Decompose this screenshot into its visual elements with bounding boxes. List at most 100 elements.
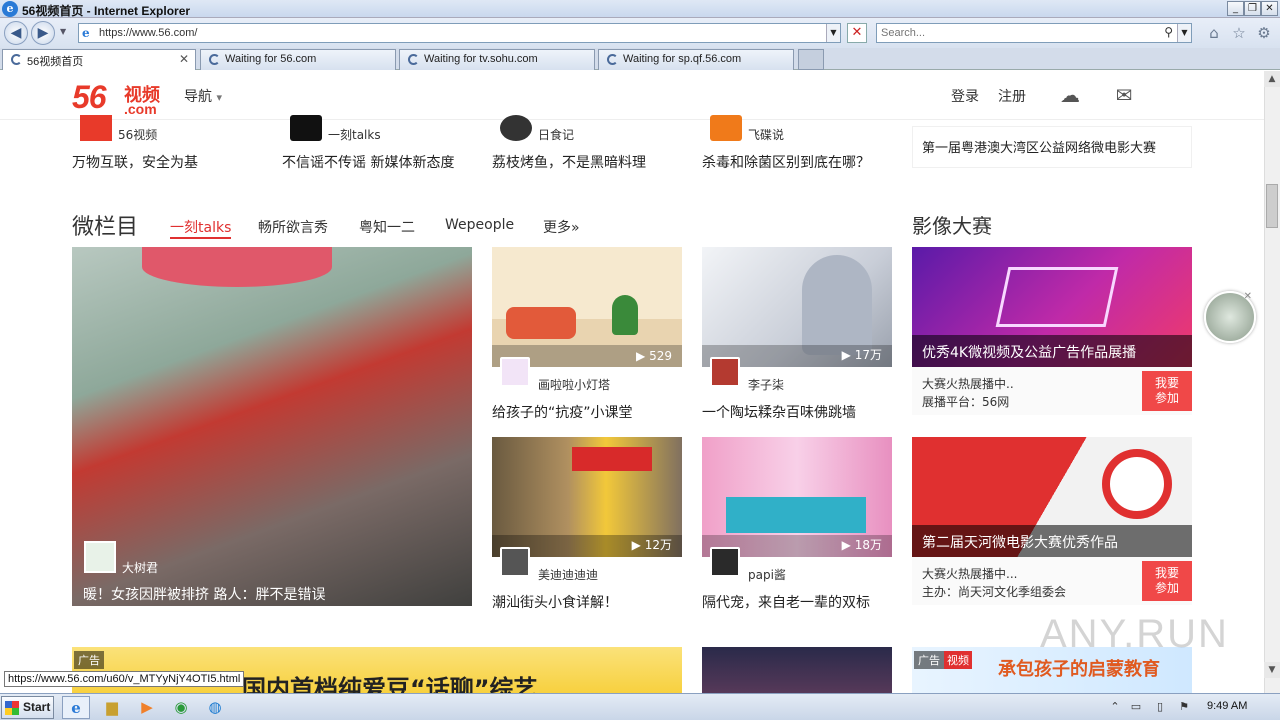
search-icon[interactable]: ⚲ bbox=[1164, 25, 1173, 39]
channel-story[interactable]: 不信谣不传谣 新媒体新态度 bbox=[282, 152, 454, 172]
video-thumbnail[interactable] bbox=[702, 647, 892, 693]
channel-rishiji-icon[interactable] bbox=[500, 115, 532, 141]
channel-name[interactable]: 日食记 bbox=[538, 126, 574, 143]
login-link[interactable]: 登录 bbox=[951, 86, 979, 106]
ie-taskbar-icon[interactable]: e bbox=[62, 696, 90, 719]
cartoon-figure bbox=[612, 295, 638, 335]
upload-cloud-icon[interactable]: ☁ bbox=[1055, 84, 1085, 108]
contest-banner[interactable]: 优秀4K微视频及公益广告作品展播 bbox=[912, 247, 1192, 367]
title-card-shape bbox=[726, 497, 866, 533]
register-link[interactable]: 注册 bbox=[998, 86, 1026, 106]
section-title: 微栏目 bbox=[72, 215, 139, 240]
card-user[interactable]: 画啦啦小灯塔 bbox=[538, 376, 610, 393]
stop-button[interactable]: ✕ bbox=[847, 23, 867, 43]
start-button[interactable]: Start bbox=[1, 696, 54, 719]
card-user[interactable]: 美迪迪迪迪 bbox=[538, 566, 598, 583]
media-player-icon[interactable]: ▶ bbox=[133, 696, 161, 719]
contest-banner[interactable]: 第二届天河微电影大赛优秀作品 bbox=[912, 437, 1192, 557]
navigation-toolbar: ◀ ▶ ▼ e https://www.56.com/ ▼ ✕ ⚲ ▼ ⌂ ☆ … bbox=[0, 18, 1280, 48]
sidebar-contest-link[interactable]: 第一届粤港澳大湾区公益网络微电影大赛 bbox=[912, 126, 1192, 168]
avatar[interactable] bbox=[710, 357, 740, 387]
avatar[interactable] bbox=[500, 547, 530, 577]
view-count: ▶ 529 bbox=[636, 349, 672, 363]
close-window-button[interactable]: ✕ bbox=[1261, 1, 1278, 16]
channel-story[interactable]: 杀毒和除菌区别到底在哪？ bbox=[702, 152, 870, 172]
action-center-flag-icon[interactable]: ⚑ bbox=[1176, 699, 1192, 715]
tab-waiting-56[interactable]: Waiting for 56.com bbox=[200, 49, 396, 70]
scrollbar-thumb[interactable] bbox=[1266, 184, 1278, 228]
contest-line1: 大赛火热展播中... bbox=[922, 567, 1018, 581]
nav-menu[interactable]: 导航 ▾ bbox=[184, 86, 222, 106]
clock[interactable]: 9:49 AM bbox=[1207, 700, 1247, 712]
recent-pages-dropdown-icon[interactable]: ▼ bbox=[60, 27, 66, 36]
settings-gear-icon[interactable]: ⚙ bbox=[1255, 24, 1273, 42]
tab-56-home[interactable]: 56视频首页 ✕ bbox=[2, 49, 196, 70]
home-icon[interactable]: ⌂ bbox=[1205, 24, 1223, 42]
join-button[interactable]: 我要 参加 bbox=[1142, 371, 1192, 411]
avatar[interactable] bbox=[500, 357, 530, 387]
battery-icon[interactable]: ▯ bbox=[1152, 699, 1168, 715]
scroll-down-icon[interactable]: ▼ bbox=[1264, 662, 1280, 678]
page-scrollbar[interactable] bbox=[1264, 71, 1280, 693]
tab-waiting-sohu[interactable]: Waiting for tv.sohu.com bbox=[399, 49, 595, 70]
video-thumbnail[interactable]: ▶ 17万 bbox=[702, 247, 892, 367]
site-logo[interactable]: 56 视频 .com bbox=[72, 79, 160, 117]
logo-com: .com bbox=[124, 101, 157, 117]
channel-story[interactable]: 荔枝烤鱼，不是黑暗料理 bbox=[492, 152, 646, 172]
channel-name[interactable]: 飞碟说 bbox=[748, 126, 784, 143]
channel-story[interactable]: 万物互联，安全为基 bbox=[72, 152, 198, 172]
tab-wepeople[interactable]: Wepeople bbox=[445, 217, 514, 233]
channel-name[interactable]: 一刻talks bbox=[328, 126, 381, 143]
edge-icon[interactable]: ◍ bbox=[201, 696, 229, 719]
card-caption[interactable]: 潮汕街头小食详解！ bbox=[492, 592, 618, 612]
channel-feidie-icon[interactable] bbox=[710, 115, 742, 141]
chrome-icon[interactable]: ◉ bbox=[167, 696, 195, 719]
back-button[interactable]: ◀ bbox=[4, 21, 28, 45]
address-dropdown-icon[interactable]: ▼ bbox=[826, 24, 840, 42]
favorites-star-icon[interactable]: ☆ bbox=[1230, 24, 1248, 42]
watermark: ANY.RUN bbox=[1040, 612, 1229, 656]
card-caption[interactable]: 隔代宠，来自老一辈的双标 bbox=[702, 592, 870, 612]
scroll-up-icon[interactable]: ▲ bbox=[1264, 71, 1280, 87]
tab-waiting-qf[interactable]: Waiting for sp.qf.56.com bbox=[598, 49, 794, 70]
logo-number: 56 bbox=[72, 79, 107, 115]
avatar[interactable] bbox=[710, 547, 740, 577]
join-button[interactable]: 我要 参加 bbox=[1142, 561, 1192, 601]
channel-yike-icon[interactable] bbox=[290, 115, 322, 141]
close-tab-icon[interactable]: ✕ bbox=[179, 52, 189, 66]
tray-expand-icon[interactable]: ⌃ bbox=[1107, 699, 1123, 715]
tab-yuezhi[interactable]: 粤知一二 bbox=[359, 217, 415, 237]
message-envelope-icon[interactable]: ✉ bbox=[1109, 84, 1139, 108]
channel-56-icon[interactable] bbox=[80, 115, 112, 141]
chevron-down-icon: ▾ bbox=[216, 91, 222, 104]
floating-promo-avatar[interactable]: ✕ bbox=[1204, 291, 1256, 343]
video-thumbnail[interactable]: ▶ 12万 bbox=[492, 437, 682, 557]
search-input[interactable] bbox=[881, 25, 1151, 41]
search-box[interactable]: ⚲ ▼ bbox=[876, 23, 1192, 43]
card-user[interactable]: papi酱 bbox=[748, 566, 786, 583]
featured-video[interactable]: 大树君 暖！女孩因胖被排挤 路人：胖不是错误 bbox=[72, 247, 472, 606]
video-thumbnail[interactable]: ▶ 18万 bbox=[702, 437, 892, 557]
tab-more[interactable]: 更多» bbox=[543, 217, 580, 237]
address-url[interactable]: https://www.56.com/ bbox=[99, 27, 197, 39]
tab-changsuo[interactable]: 畅所欲言秀 bbox=[258, 217, 328, 237]
new-tab-button[interactable] bbox=[798, 49, 824, 70]
explorer-folder-icon[interactable]: ▆ bbox=[98, 696, 126, 719]
view-count: ▶ 12万 bbox=[631, 538, 672, 552]
close-icon[interactable]: ✕ bbox=[1244, 291, 1252, 302]
video-thumbnail[interactable]: ▶ 529 bbox=[492, 247, 682, 367]
card-caption[interactable]: 一个陶坛糅杂百味佛跳墙 bbox=[702, 402, 856, 422]
ad-tag: 广告 bbox=[914, 651, 944, 669]
network-icon[interactable]: ▭ bbox=[1128, 699, 1144, 715]
card-caption[interactable]: 给孩子的“抗疫”小课堂 bbox=[492, 402, 633, 422]
address-bar[interactable]: e https://www.56.com/ ▼ bbox=[78, 23, 841, 43]
tab-yike-talks[interactable]: 一刻talks bbox=[170, 217, 232, 239]
search-dropdown-icon[interactable]: ▼ bbox=[1177, 24, 1191, 42]
forward-button[interactable]: ▶ bbox=[31, 21, 55, 45]
card-user[interactable]: 李子柒 bbox=[748, 376, 784, 393]
umbrella-shape bbox=[142, 247, 332, 287]
loading-spinner-icon bbox=[209, 54, 220, 65]
restore-button[interactable]: ❐ bbox=[1244, 1, 1261, 16]
channel-name[interactable]: 56视频 bbox=[118, 126, 157, 143]
minimize-button[interactable]: _ bbox=[1227, 1, 1244, 16]
